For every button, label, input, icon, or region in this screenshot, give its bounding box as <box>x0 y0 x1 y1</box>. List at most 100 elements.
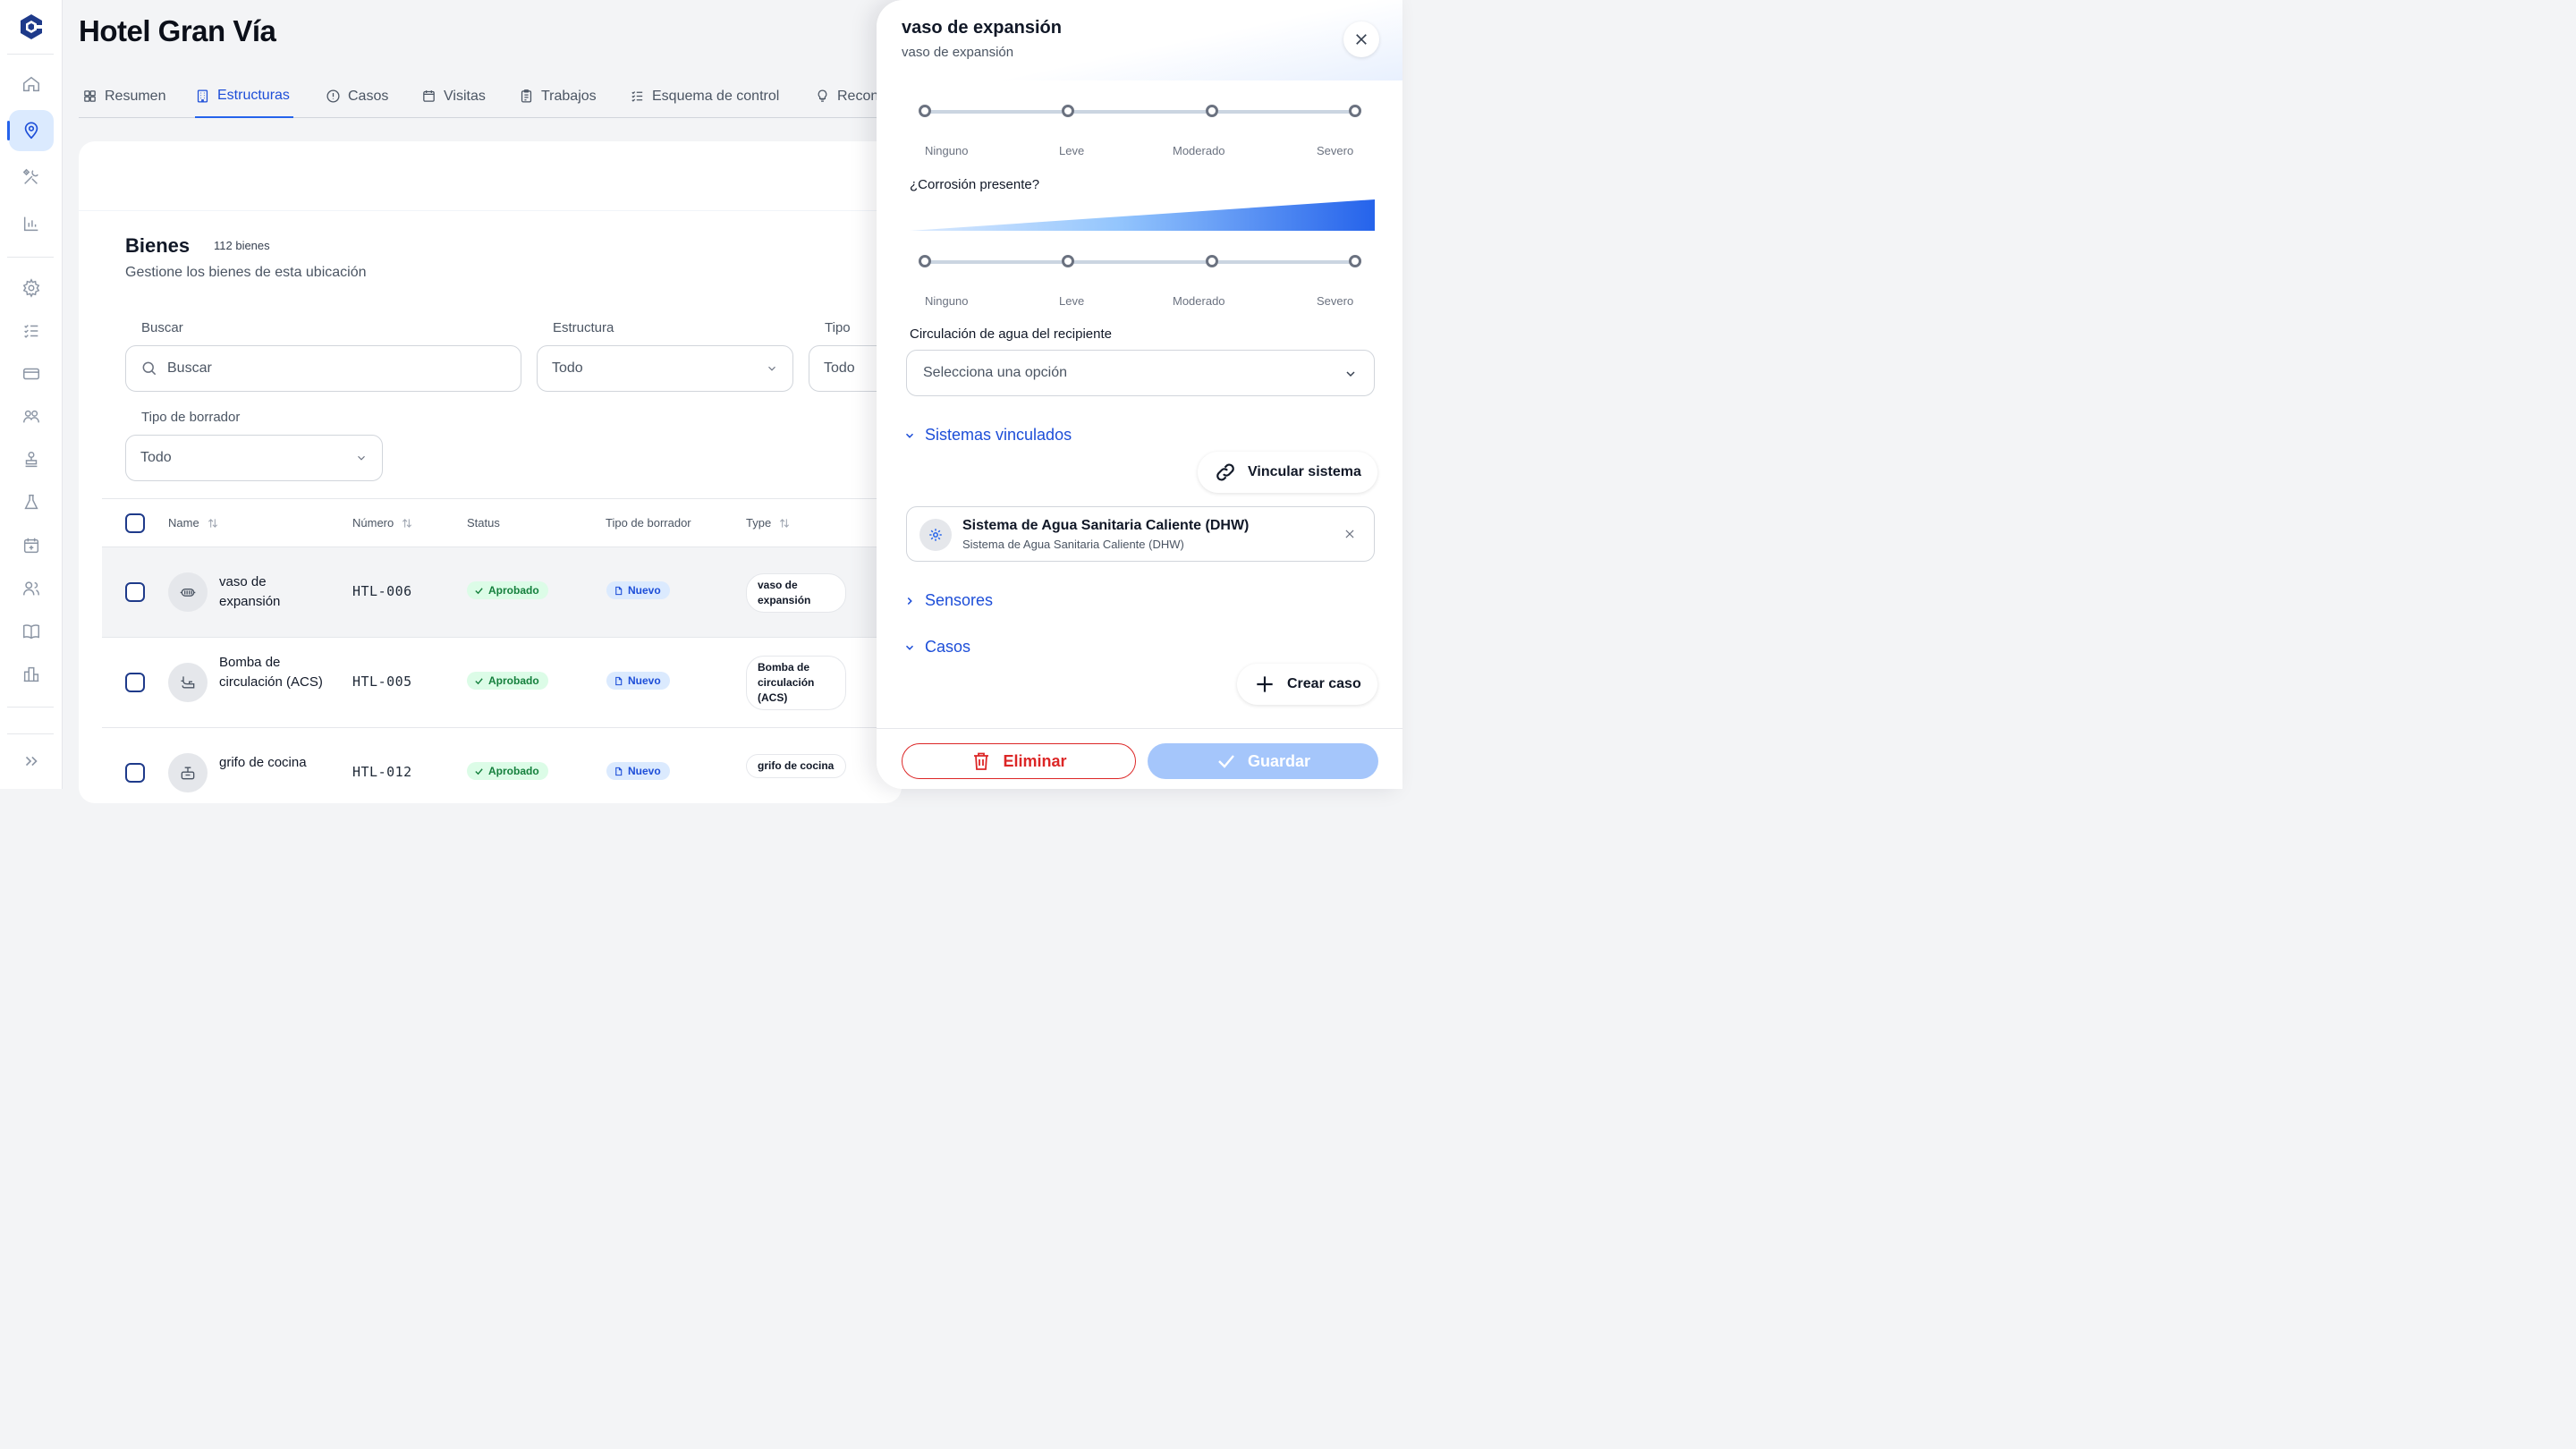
app-logo-icon[interactable] <box>17 13 46 41</box>
select-all-checkbox[interactable] <box>125 513 145 533</box>
book-icon[interactable] <box>9 611 54 652</box>
section-title: Sensores <box>925 591 994 609</box>
section-subtitle: Gestione los bienes de esta ubicación <box>125 265 367 280</box>
column-numero[interactable]: Número <box>352 516 413 530</box>
cases-toggle[interactable]: Casos <box>903 638 970 657</box>
circulation-select[interactable]: Selecciona una opción <box>906 350 1375 396</box>
table-row[interactable]: Bomba de circulación (ACS) HTL-005 Aprob… <box>102 637 902 727</box>
asset-avatar <box>168 753 208 792</box>
search-input[interactable]: Buscar <box>125 345 521 392</box>
close-button[interactable] <box>1343 21 1379 57</box>
draft-badge: Nuevo <box>606 581 670 599</box>
expand-sidebar-icon[interactable] <box>9 741 54 782</box>
table-header: Name Número Status Tipo de borrador Type <box>102 498 902 547</box>
status-label: Aprobado <box>488 765 539 777</box>
status-badge: Aprobado <box>467 581 548 599</box>
sort-icon <box>208 518 217 528</box>
flask-icon[interactable] <box>9 482 54 523</box>
asset-number: HTL-012 <box>352 764 412 780</box>
card-icon[interactable] <box>9 353 54 394</box>
check-icon <box>475 587 483 594</box>
tab-trabajos[interactable]: Trabajos <box>519 75 597 117</box>
slider-stop[interactable] <box>1349 255 1361 267</box>
check-icon <box>1218 755 1234 768</box>
team-icon[interactable] <box>9 396 54 437</box>
slider-stop[interactable] <box>1062 255 1074 267</box>
circulation-label: Circulación de agua del recipiente <box>910 326 1112 342</box>
slider-stop[interactable] <box>1206 255 1218 267</box>
column-type[interactable]: Type <box>746 516 791 530</box>
tools-icon[interactable] <box>9 157 54 198</box>
button-label: Guardar <box>1247 751 1311 770</box>
faucet-icon <box>181 767 195 780</box>
location-pin-icon[interactable] <box>7 110 54 151</box>
slider-stop[interactable] <box>1062 105 1074 117</box>
tab-visitas[interactable]: Visitas <box>421 75 486 117</box>
tab-resumen[interactable]: Resumen <box>82 75 165 117</box>
chevron-down-icon <box>358 455 365 461</box>
linked-systems-toggle[interactable]: Sistemas vinculados <box>903 426 1072 445</box>
system-avatar <box>919 519 952 551</box>
link-system-button[interactable]: Vincular sistema <box>1198 452 1377 493</box>
save-button[interactable]: Guardar <box>1148 743 1378 779</box>
tab-recon[interactable]: Recon <box>815 75 878 117</box>
slider-stop[interactable] <box>919 105 931 117</box>
drawer-header: vaso de expansión vaso de expansión <box>877 0 1402 80</box>
create-case-button[interactable]: Crear caso <box>1237 664 1377 705</box>
search-icon <box>142 361 157 376</box>
scale-label: Moderado <box>1173 294 1225 308</box>
column-status[interactable]: Status <box>467 516 500 530</box>
chevron-down-icon <box>905 645 914 650</box>
table-row[interactable]: vaso de expansión HTL-006 Aprobado Nuevo… <box>102 547 902 637</box>
tipo-borrador-value: Todo <box>140 450 172 465</box>
rail-divider <box>7 54 54 55</box>
asset-name[interactable]: grifo de cocina <box>219 753 326 773</box>
draft-label: Nuevo <box>628 674 661 687</box>
asset-name[interactable]: Bomba de circulación (ACS) <box>219 653 326 692</box>
tab-estructuras[interactable]: Estructuras <box>195 75 293 118</box>
severity-slider[interactable] <box>919 105 1361 117</box>
slider-stop[interactable] <box>1206 105 1218 117</box>
row-checkbox[interactable] <box>125 763 145 783</box>
tab-label: Recon <box>837 88 879 104</box>
linked-system-card[interactable]: Sistema de Agua Sanitaria Caliente (DHW)… <box>906 506 1375 562</box>
calendar-icon <box>423 90 435 102</box>
status-badge: Aprobado <box>467 672 548 690</box>
table-row[interactable]: grifo de cocina HTL-012 Aprobado Nuevo g… <box>102 727 902 818</box>
draft-label: Nuevo <box>628 584 661 597</box>
gear-icon[interactable] <box>9 267 54 309</box>
button-label: Eliminar <box>1003 751 1067 770</box>
stamp-icon[interactable] <box>9 439 54 480</box>
slider-stop[interactable] <box>919 255 931 267</box>
tipo-borrador-select[interactable]: Todo <box>125 435 383 481</box>
delete-button[interactable]: Eliminar <box>902 743 1136 779</box>
checklist-icon[interactable] <box>9 310 54 352</box>
users-icon[interactable] <box>9 568 54 609</box>
header-gradient <box>877 0 1402 80</box>
scale-label: Leve <box>1059 294 1085 308</box>
tab-esquema-de-control[interactable]: Esquema de control <box>630 75 779 117</box>
document-icon <box>615 586 623 595</box>
asset-name[interactable]: vaso de expansión <box>219 572 326 612</box>
asset-number: HTL-005 <box>352 674 412 690</box>
row-checkbox[interactable] <box>125 582 145 602</box>
column-tipo-borrador[interactable]: Tipo de borrador <box>606 516 691 530</box>
home-icon[interactable] <box>9 64 54 105</box>
section-title: Bienes <box>125 234 191 257</box>
estructura-label: Estructura <box>553 320 614 335</box>
document-icon <box>615 767 623 775</box>
scale-label: Ninguno <box>925 144 969 157</box>
tab-casos[interactable]: Casos <box>326 75 388 117</box>
sensors-toggle[interactable]: Sensores <box>903 591 993 610</box>
unlink-close-icon[interactable] <box>1343 528 1356 540</box>
draft-badge: Nuevo <box>606 672 670 690</box>
chart-icon[interactable] <box>9 203 54 244</box>
buildings-icon[interactable] <box>9 654 54 695</box>
tab-label: Trabajos <box>541 88 597 104</box>
calendar-plus-icon[interactable] <box>9 525 54 566</box>
slider-stop[interactable] <box>1349 105 1361 117</box>
row-checkbox[interactable] <box>125 673 145 692</box>
column-name[interactable]: Name <box>168 516 219 530</box>
corrosion-slider[interactable] <box>919 255 1361 267</box>
estructura-select[interactable]: Todo <box>537 345 793 392</box>
